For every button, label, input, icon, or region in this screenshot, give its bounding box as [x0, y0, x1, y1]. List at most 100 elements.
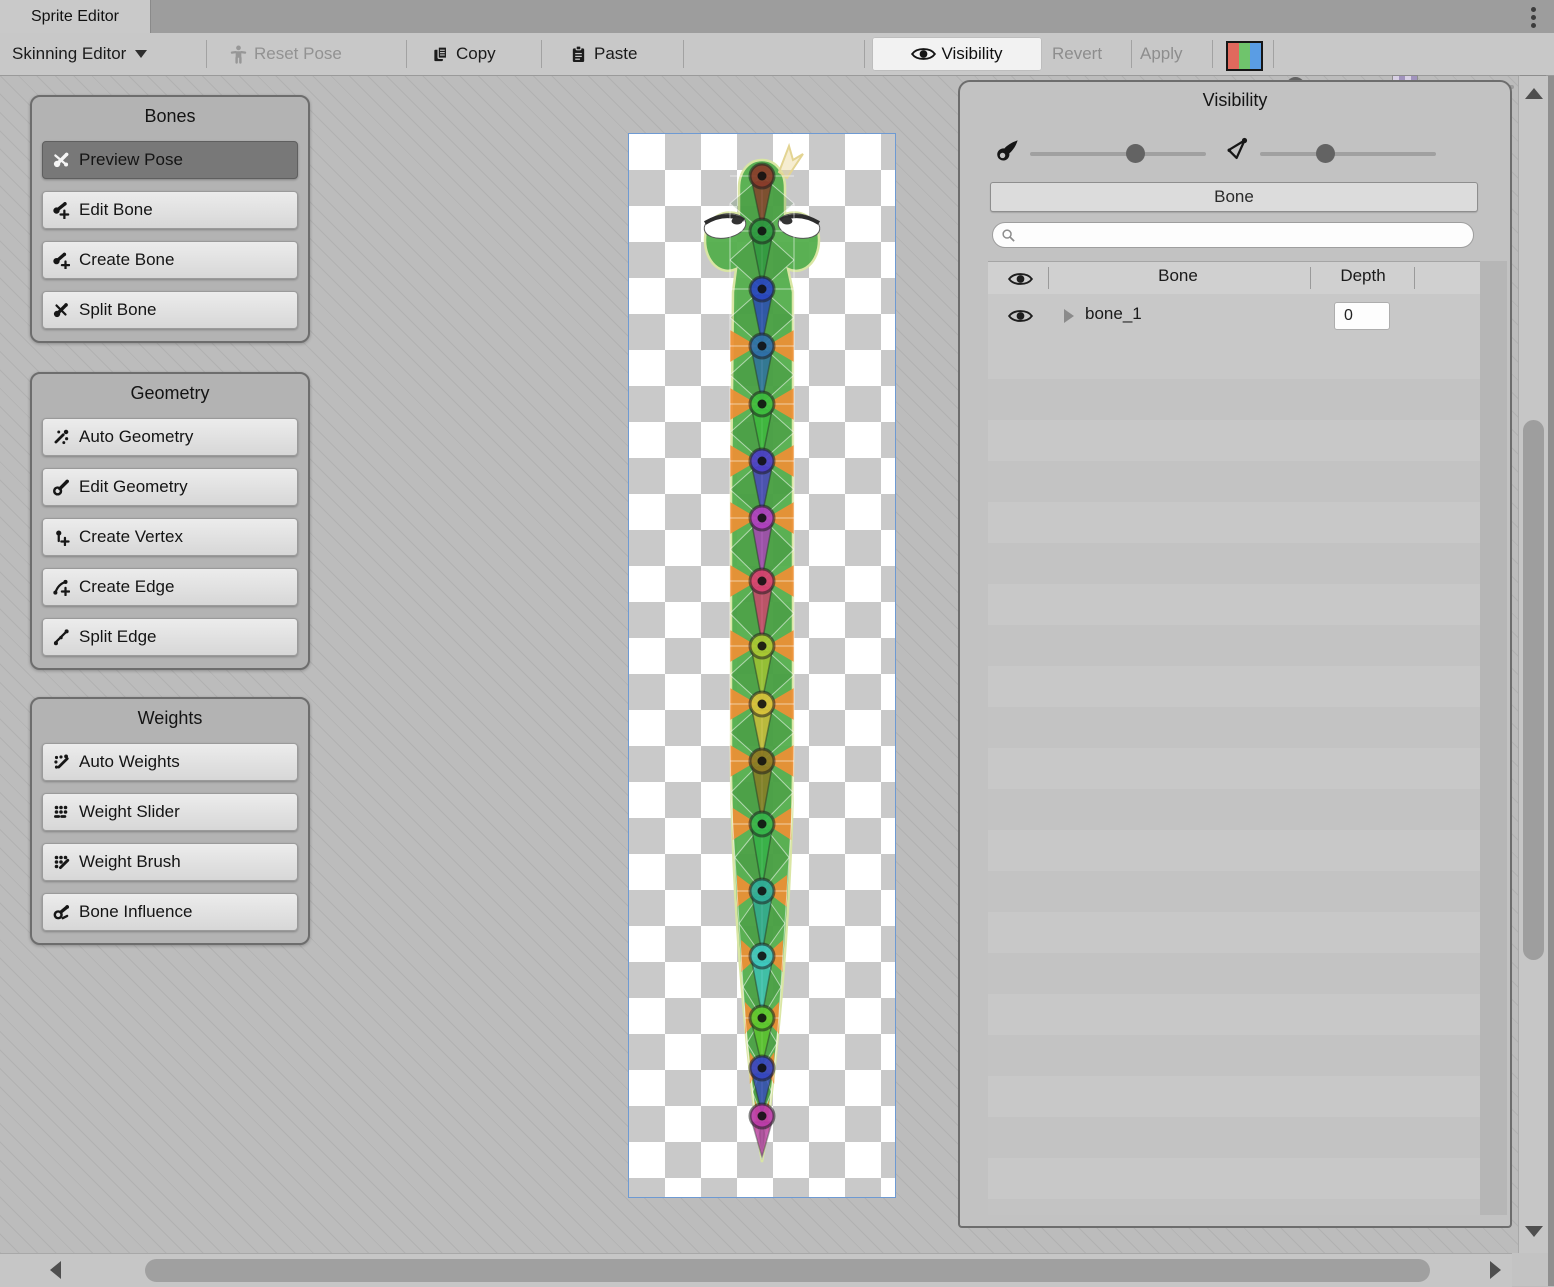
mesh-opacity-slider-knob[interactable]: [1316, 144, 1335, 163]
bone-list-empty-area: [988, 338, 1480, 1215]
geometry-panel: Geometry Auto Geometry Edit Geometry Creat…: [30, 372, 310, 670]
scroll-down-arrow-icon[interactable]: [1525, 1226, 1543, 1237]
weight-brush-icon: [52, 853, 70, 871]
skinning-editor-dropdown[interactable]: Skinning Editor: [12, 33, 147, 75]
tab-sprite-editor[interactable]: Sprite Editor: [0, 0, 151, 33]
button-label: Auto Geometry: [79, 427, 193, 447]
vertical-scrollbar[interactable]: [1518, 76, 1549, 1253]
bone-table-header: Bone Depth: [988, 261, 1480, 295]
button-split-edge[interactable]: Split Edge: [42, 618, 298, 656]
bone-filled-icon: [994, 137, 1021, 164]
edit-bone-icon: [52, 201, 70, 219]
button-auto-weights[interactable]: Auto Weights: [42, 743, 298, 781]
bone-opacity-slider-knob[interactable]: [1126, 144, 1145, 163]
scroll-right-arrow-icon[interactable]: [1490, 1261, 1501, 1279]
search-input[interactable]: [1022, 226, 1465, 245]
button-preview-pose[interactable]: Preview Pose: [42, 141, 298, 179]
button-label: Weight Slider: [79, 802, 180, 822]
toolbar: Skinning Editor Reset Pose Copy Paste Vi…: [0, 33, 1554, 76]
search-icon: [1001, 228, 1016, 243]
bone-row[interactable]: bone_1: [988, 294, 1480, 338]
mesh-opacity-slider-track[interactable]: [1260, 152, 1436, 156]
button-create-vertex[interactable]: Create Vertex: [42, 518, 298, 556]
bone-opacity-slider-track[interactable]: [1030, 152, 1206, 156]
button-label: Create Edge: [79, 577, 174, 597]
button-create-bone[interactable]: Create Bone: [42, 241, 298, 279]
copy-label: Copy: [456, 44, 496, 64]
button-create-edge[interactable]: Create Edge: [42, 568, 298, 606]
button-auto-geometry[interactable]: Auto Geometry: [42, 418, 298, 456]
button-label: Split Edge: [79, 627, 157, 647]
skinning-editor-label: Skinning Editor: [12, 44, 126, 64]
weights-panel: Weights Auto Weights Weight Slider Weight …: [30, 697, 310, 945]
visibility-label: Visibility: [941, 44, 1002, 64]
button-split-bone[interactable]: Split Bone: [42, 291, 298, 329]
bone-search-field[interactable]: [992, 222, 1474, 248]
split-edge-icon: [52, 628, 70, 646]
revert-label: Revert: [1052, 44, 1102, 64]
bone-visibility-eye-icon[interactable]: [1008, 308, 1033, 324]
weight-slider-icon: [52, 803, 70, 821]
button-label: Create Vertex: [79, 527, 183, 547]
bone-name: bone_1: [1085, 304, 1142, 324]
window-menu-kebab-icon[interactable]: [1530, 4, 1536, 30]
vertical-scrollbar-thumb[interactable]: [1523, 420, 1544, 960]
bone-tab[interactable]: Bone: [990, 182, 1478, 212]
bone-influence-icon: [52, 903, 70, 921]
paste-icon: [570, 45, 587, 64]
scroll-left-arrow-icon[interactable]: [50, 1261, 61, 1279]
horizontal-scrollbar[interactable]: [0, 1253, 1512, 1287]
button-label: Edit Bone: [79, 200, 153, 220]
button-edit-bone[interactable]: Edit Bone: [42, 191, 298, 229]
visibility-toggle-button[interactable]: Visibility: [872, 37, 1042, 71]
button-label: Preview Pose: [79, 150, 183, 170]
button-bone-influence[interactable]: Bone Influence: [42, 893, 298, 931]
horizontal-scrollbar-thumb[interactable]: [145, 1259, 1430, 1282]
create-bone-icon: [52, 251, 70, 269]
button-weight-slider[interactable]: Weight Slider: [42, 793, 298, 831]
apply-label: Apply: [1140, 44, 1183, 64]
bones-panel: Bones Preview Pose Edit Bone Create Bone Sp…: [30, 95, 310, 343]
weights-panel-title: Weights: [32, 708, 308, 729]
revert-button[interactable]: Revert: [1052, 33, 1102, 75]
foldout-triangle-icon[interactable]: [1064, 309, 1074, 323]
paste-label: Paste: [594, 44, 637, 64]
copy-button[interactable]: Copy: [432, 33, 496, 75]
column-header-depth[interactable]: Depth: [1314, 266, 1412, 286]
apply-button[interactable]: Apply: [1140, 33, 1183, 75]
edit-geometry-icon: [52, 478, 70, 496]
button-label: Auto Weights: [79, 752, 180, 772]
chevron-down-icon: [135, 50, 147, 58]
button-label: Weight Brush: [79, 852, 181, 872]
tab-bar: Sprite Editor: [0, 0, 1554, 34]
button-edit-geometry[interactable]: Edit Geometry: [42, 468, 298, 506]
reset-pose-button[interactable]: Reset Pose: [230, 33, 342, 75]
eye-icon: [911, 46, 936, 62]
bone-color-swatch-button[interactable]: [1226, 41, 1263, 71]
geometry-panel-title: Geometry: [32, 383, 308, 404]
create-edge-icon: [52, 578, 70, 596]
auto-geometry-icon: [52, 428, 70, 446]
paste-button[interactable]: Paste: [570, 33, 637, 75]
sprite-canvas[interactable]: [628, 133, 896, 1198]
visibility-panel-title: Visibility: [960, 90, 1510, 111]
scroll-up-arrow-icon[interactable]: [1525, 88, 1543, 99]
visibility-column-eye-icon[interactable]: [1008, 271, 1033, 287]
person-icon: [230, 45, 247, 64]
button-label: Bone Influence: [79, 902, 192, 922]
split-bone-icon: [52, 301, 70, 319]
copy-icon: [432, 45, 449, 64]
preview-pose-icon: [52, 151, 70, 169]
button-label: Split Bone: [79, 300, 157, 320]
button-weight-brush[interactable]: Weight Brush: [42, 843, 298, 881]
depth-input[interactable]: [1334, 302, 1390, 330]
bones-panel-title: Bones: [32, 106, 308, 127]
create-vertex-icon: [52, 528, 70, 546]
button-label: Create Bone: [79, 250, 174, 270]
column-header-bone[interactable]: Bone: [1048, 266, 1308, 286]
visibility-panel: Visibility Bone Bone Depth bone_1: [958, 80, 1512, 1228]
bone-list-gutter: [1480, 261, 1507, 1215]
sprite-mesh-and-bones[interactable]: [629, 134, 895, 1197]
button-label: Edit Geometry: [79, 477, 188, 497]
window-right-edge: [1548, 76, 1554, 1286]
